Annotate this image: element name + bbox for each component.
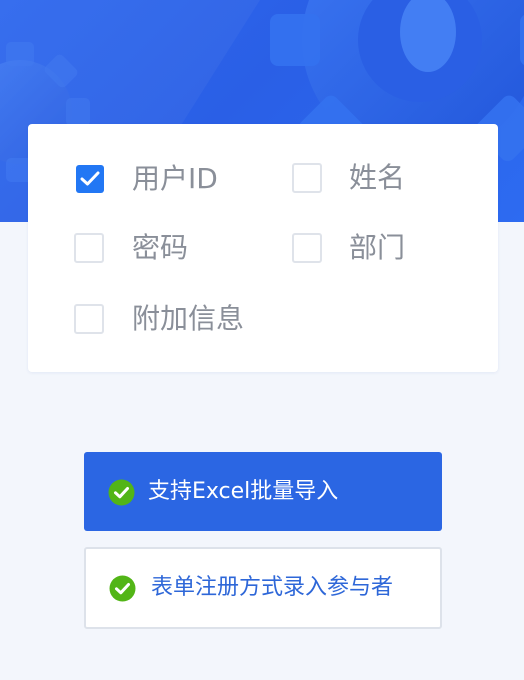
form-register-button[interactable]: 表单注册方式录入参与者 <box>84 547 442 629</box>
option-label: 部门 <box>349 231 406 264</box>
check-icon <box>80 171 100 186</box>
page: 用户ID 姓名 密码 部门 附加信息 支持Excel批量导入 表单注册方式录入参… <box>0 0 524 680</box>
excel-import-label: 支持Excel批量导入 <box>148 479 339 504</box>
check-circle-icon <box>108 479 135 506</box>
field-options-card: 用户ID 姓名 密码 部门 附加信息 <box>28 124 498 372</box>
checkbox-checked[interactable] <box>76 165 104 193</box>
form-register-label: 表单注册方式录入参与者 <box>151 575 394 600</box>
option-label: 用户ID <box>132 162 218 195</box>
check-circle-icon <box>109 575 136 602</box>
excel-import-button[interactable]: 支持Excel批量导入 <box>84 452 442 531</box>
checkbox[interactable] <box>74 233 104 263</box>
checkbox[interactable] <box>74 304 104 334</box>
option-label: 姓名 <box>349 161 406 194</box>
checkbox[interactable] <box>292 233 322 263</box>
checkbox[interactable] <box>292 163 322 193</box>
option-label: 密码 <box>132 231 189 264</box>
option-label: 附加信息 <box>132 302 245 335</box>
